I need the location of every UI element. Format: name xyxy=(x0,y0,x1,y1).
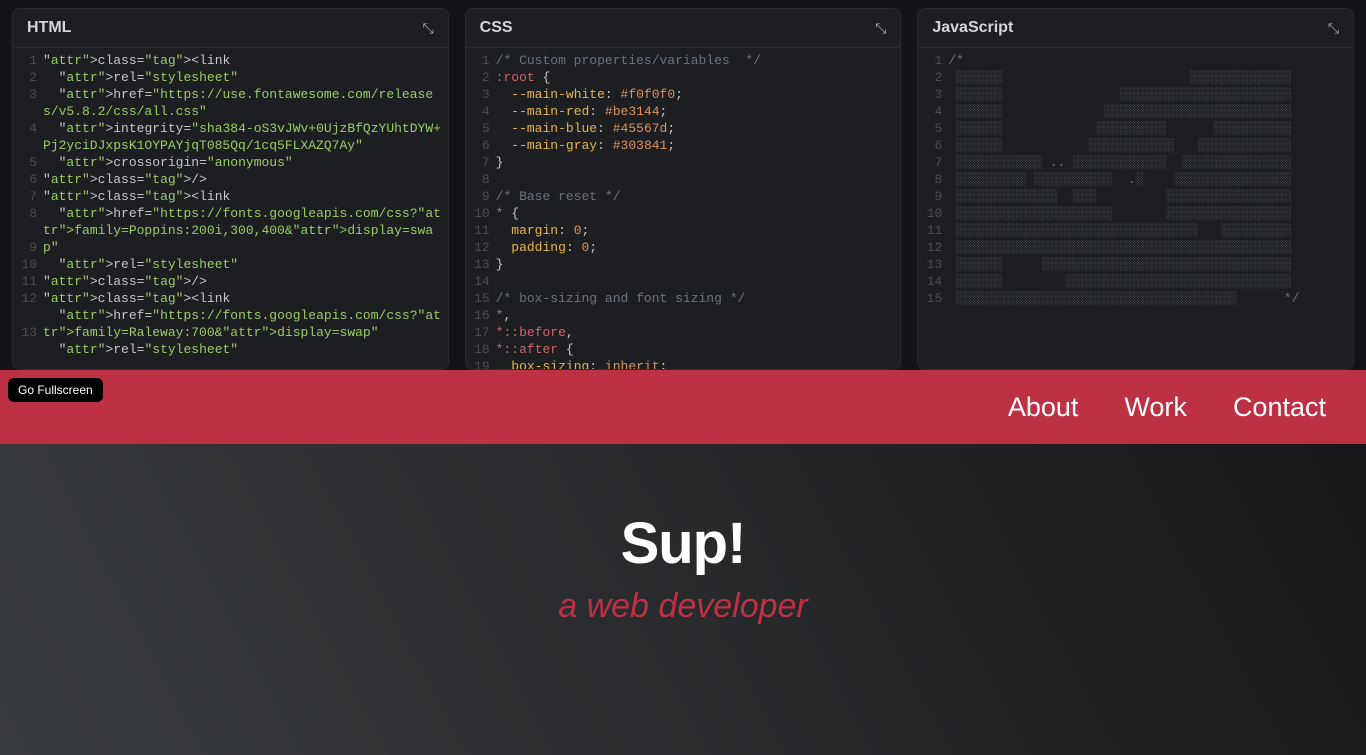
html-code[interactable]: "attr">class="tag"><link "attr">rel="sty… xyxy=(43,48,448,369)
preview-pane: Go Fullscreen About Work Contact Sup! a … xyxy=(0,370,1366,755)
nav-link-about[interactable]: About xyxy=(1008,392,1079,423)
css-panel: CSS ⤡ 12345678910111213141516171819 /* C… xyxy=(465,8,902,370)
fullscreen-button[interactable]: Go Fullscreen xyxy=(8,378,103,402)
js-code[interactable]: /* ░░░░░░ ░░░░░░░░░░░░░ ░░░░░░ ░░░░░░░░░… xyxy=(948,48,1353,369)
preview-nav: About Work Contact xyxy=(0,370,1366,444)
editor-panels: HTML ⤡ 123 4 5678 9101112 13 "attr">clas… xyxy=(0,0,1366,370)
css-code[interactable]: /* Custom properties/variables */:root {… xyxy=(496,48,901,369)
nav-link-work[interactable]: Work xyxy=(1124,392,1187,423)
css-editor[interactable]: 12345678910111213141516171819 /* Custom … xyxy=(466,48,901,369)
html-panel-title: HTML xyxy=(27,19,71,37)
js-panel: JavaScript ⤡ 123456789101112131415 /* ░░… xyxy=(917,8,1354,370)
html-editor[interactable]: 123 4 5678 9101112 13 "attr">class="tag"… xyxy=(13,48,448,369)
collapse-icon[interactable]: ⤡ xyxy=(1328,20,1339,37)
js-editor[interactable]: 123456789101112131415 /* ░░░░░░ ░░░░░░░░… xyxy=(918,48,1353,369)
preview-hero: Sup! a web developer xyxy=(0,444,1366,755)
css-gutter: 12345678910111213141516171819 xyxy=(466,48,496,369)
collapse-icon[interactable]: ⤡ xyxy=(422,20,433,37)
html-gutter: 123 4 5678 9101112 13 xyxy=(13,48,43,369)
hero-subtitle: a web developer xyxy=(558,587,808,626)
html-panel: HTML ⤡ 123 4 5678 9101112 13 "attr">clas… xyxy=(12,8,449,370)
js-panel-header: JavaScript ⤡ xyxy=(918,9,1353,48)
html-panel-header: HTML ⤡ xyxy=(13,9,448,48)
css-panel-title: CSS xyxy=(480,19,513,37)
hero-title: Sup! xyxy=(621,510,746,577)
css-panel-header: CSS ⤡ xyxy=(466,9,901,48)
js-panel-title: JavaScript xyxy=(932,19,1013,37)
nav-link-contact[interactable]: Contact xyxy=(1233,392,1326,423)
collapse-icon[interactable]: ⤡ xyxy=(875,20,886,37)
js-gutter: 123456789101112131415 xyxy=(918,48,948,369)
